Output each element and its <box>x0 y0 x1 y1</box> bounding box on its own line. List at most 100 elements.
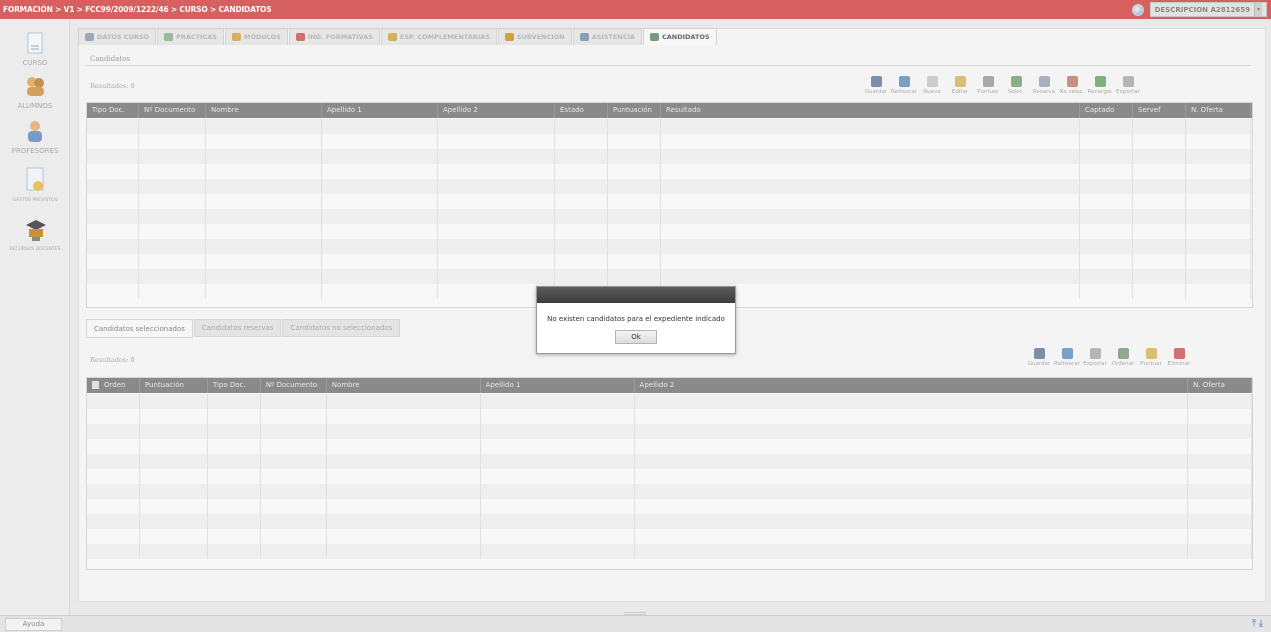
table-cell <box>661 164 1080 179</box>
table-row[interactable] <box>87 544 1252 559</box>
column-header[interactable]: Puntuación <box>608 103 661 118</box>
table-cell <box>327 394 481 409</box>
refrescar-button[interactable]: Refrescar <box>1053 348 1081 367</box>
sidebar-item-alumnos[interactable]: ALUMNOS <box>0 74 70 110</box>
column-header[interactable]: Estado <box>555 103 608 118</box>
tab-asistencia[interactable]: ASISTENCIA <box>572 28 642 45</box>
sidebar-item-profesores[interactable]: PROFESORES <box>0 119 70 155</box>
table-cell <box>322 194 438 209</box>
column-header[interactable]: Servef <box>1133 103 1186 118</box>
chevron-down-icon[interactable]: ▾ <box>1254 3 1262 16</box>
table-cell <box>1188 484 1252 499</box>
table-row[interactable] <box>87 454 1252 469</box>
select-all-checkbox-icon[interactable] <box>92 381 99 389</box>
table-row[interactable] <box>87 439 1252 454</box>
exportar-button[interactable]: Exportar <box>1114 76 1142 95</box>
column-header[interactable]: Nombre <box>327 378 481 393</box>
table-row[interactable] <box>87 224 1252 239</box>
tab-practicas[interactable]: PRACTICAS <box>157 28 224 45</box>
selec-button[interactable]: Selec. <box>1002 76 1030 95</box>
tab-candidatos-no-seleccionados[interactable]: Candidatos no seleccionados <box>282 319 401 337</box>
collapse-icon[interactable]: ⤒ <box>1252 619 1256 629</box>
column-header[interactable]: Nº Documento <box>139 103 206 118</box>
guardar-button[interactable]: Guardar <box>1025 348 1053 367</box>
table-cell <box>1188 529 1252 544</box>
help-button[interactable]: Ayuda <box>5 618 62 631</box>
toolbar-button-label: Refrescar <box>1054 361 1080 367</box>
eliminar-button[interactable]: Eliminar <box>1165 348 1193 367</box>
table-row[interactable] <box>87 134 1252 149</box>
table-row[interactable] <box>87 179 1252 194</box>
column-header[interactable]: Tipo Doc. <box>208 378 261 393</box>
table-row[interactable] <box>87 149 1252 164</box>
nuevo-button[interactable]: Nuevo <box>918 76 946 95</box>
table-row[interactable] <box>87 209 1252 224</box>
column-header-label: Orden <box>104 381 126 389</box>
column-header[interactable]: Captado <box>1080 103 1133 118</box>
sidebar-item-curso[interactable]: CURSO <box>0 31 70 67</box>
user-selector[interactable]: DESCRIPCION A2812659 ▾ <box>1149 2 1267 17</box>
table-row[interactable] <box>87 119 1252 134</box>
table-row[interactable] <box>87 239 1252 254</box>
tab-candidatos-reservas[interactable]: Candidatos reservas <box>193 319 282 337</box>
table-cell <box>139 209 206 224</box>
table-row[interactable] <box>87 269 1252 284</box>
tab-candidatos-seleccionados[interactable]: Candidatos seleccionados <box>86 319 193 338</box>
reserva-button[interactable]: Reserva <box>1030 76 1058 95</box>
table-row[interactable] <box>87 484 1252 499</box>
dialog-titlebar[interactable] <box>537 287 735 303</box>
tab-esp-complementarias[interactable]: ESP. COMPLEMENTARIAS <box>380 28 497 45</box>
tab-datos-curso[interactable]: DATOS CURSO <box>78 28 157 45</box>
tab-subvencion[interactable]: SUBVENCION <box>497 28 572 45</box>
table-row[interactable] <box>87 469 1252 484</box>
no-selec-button[interactable]: No selec. <box>1058 76 1086 95</box>
column-header[interactable]: Apellido 2 <box>635 378 1189 393</box>
column-header[interactable]: Tipo Doc. <box>87 103 139 118</box>
table-cell <box>261 499 327 514</box>
column-header[interactable]: N. Oferta <box>1188 378 1253 393</box>
tab-ind-formativas[interactable]: IND. FORMATIVAS <box>288 28 380 45</box>
ordenar-button[interactable]: Ordenar <box>1109 348 1137 367</box>
sidebar-item-gastos-previstos[interactable]: GASTOS PREVISTOS <box>0 166 70 203</box>
new-icon <box>926 76 938 87</box>
column-header[interactable]: Nombre <box>206 103 322 118</box>
table-cell <box>635 544 1189 559</box>
column-header[interactable]: Resultado <box>661 103 1080 118</box>
table-row[interactable] <box>87 394 1252 409</box>
table-cell <box>1133 254 1186 269</box>
table-row[interactable] <box>87 514 1252 529</box>
table-row[interactable] <box>87 194 1252 209</box>
ok-button[interactable]: Ok <box>615 330 657 344</box>
table-row[interactable] <box>87 409 1252 424</box>
refrescar-button[interactable]: Refrescar <box>890 76 918 95</box>
tab-modulos[interactable]: MÓDULOS <box>225 28 288 45</box>
exportar-button[interactable]: Exportar <box>1081 348 1109 367</box>
editar-button[interactable]: Editar <box>946 76 974 95</box>
puntuar-button[interactable]: Puntuar <box>974 76 1002 95</box>
globe-icon[interactable] <box>1131 3 1144 16</box>
table-cell <box>327 409 481 424</box>
recargar-button[interactable]: Recargar <box>1086 76 1114 95</box>
table-row[interactable] <box>87 254 1252 269</box>
table-cell <box>1080 209 1133 224</box>
puntuar-button[interactable]: Puntuar <box>1137 348 1165 367</box>
table-row[interactable] <box>87 499 1252 514</box>
table-row[interactable] <box>87 164 1252 179</box>
expand-icon[interactable]: ⤓ <box>1259 619 1263 629</box>
column-header[interactable]: Nº Documento <box>261 378 327 393</box>
breadcrumb[interactable]: FORMACIÓN > V1 > FCC99/2009/1222/46 > CU… <box>0 5 272 14</box>
table-cell <box>87 284 139 299</box>
edit-icon <box>954 76 966 87</box>
column-header[interactable]: Apellido 1 <box>481 378 635 393</box>
column-header[interactable]: Puntuación <box>140 378 208 393</box>
column-header[interactable]: Apellido 1 <box>322 103 438 118</box>
table-row[interactable] <box>87 424 1252 439</box>
guardar-button[interactable]: Guardar <box>862 76 890 95</box>
column-header[interactable]: N. Oferta <box>1186 103 1251 118</box>
column-header[interactable]: Apellido 2 <box>438 103 555 118</box>
column-header[interactable]: Orden <box>87 378 140 393</box>
pencil-icon <box>387 33 397 41</box>
tab-candidatos[interactable]: CANDIDATOS <box>642 28 717 45</box>
sidebar-item-recursos-docentes[interactable]: RECURSOS DOCENTES <box>0 215 70 252</box>
table-row[interactable] <box>87 529 1252 544</box>
